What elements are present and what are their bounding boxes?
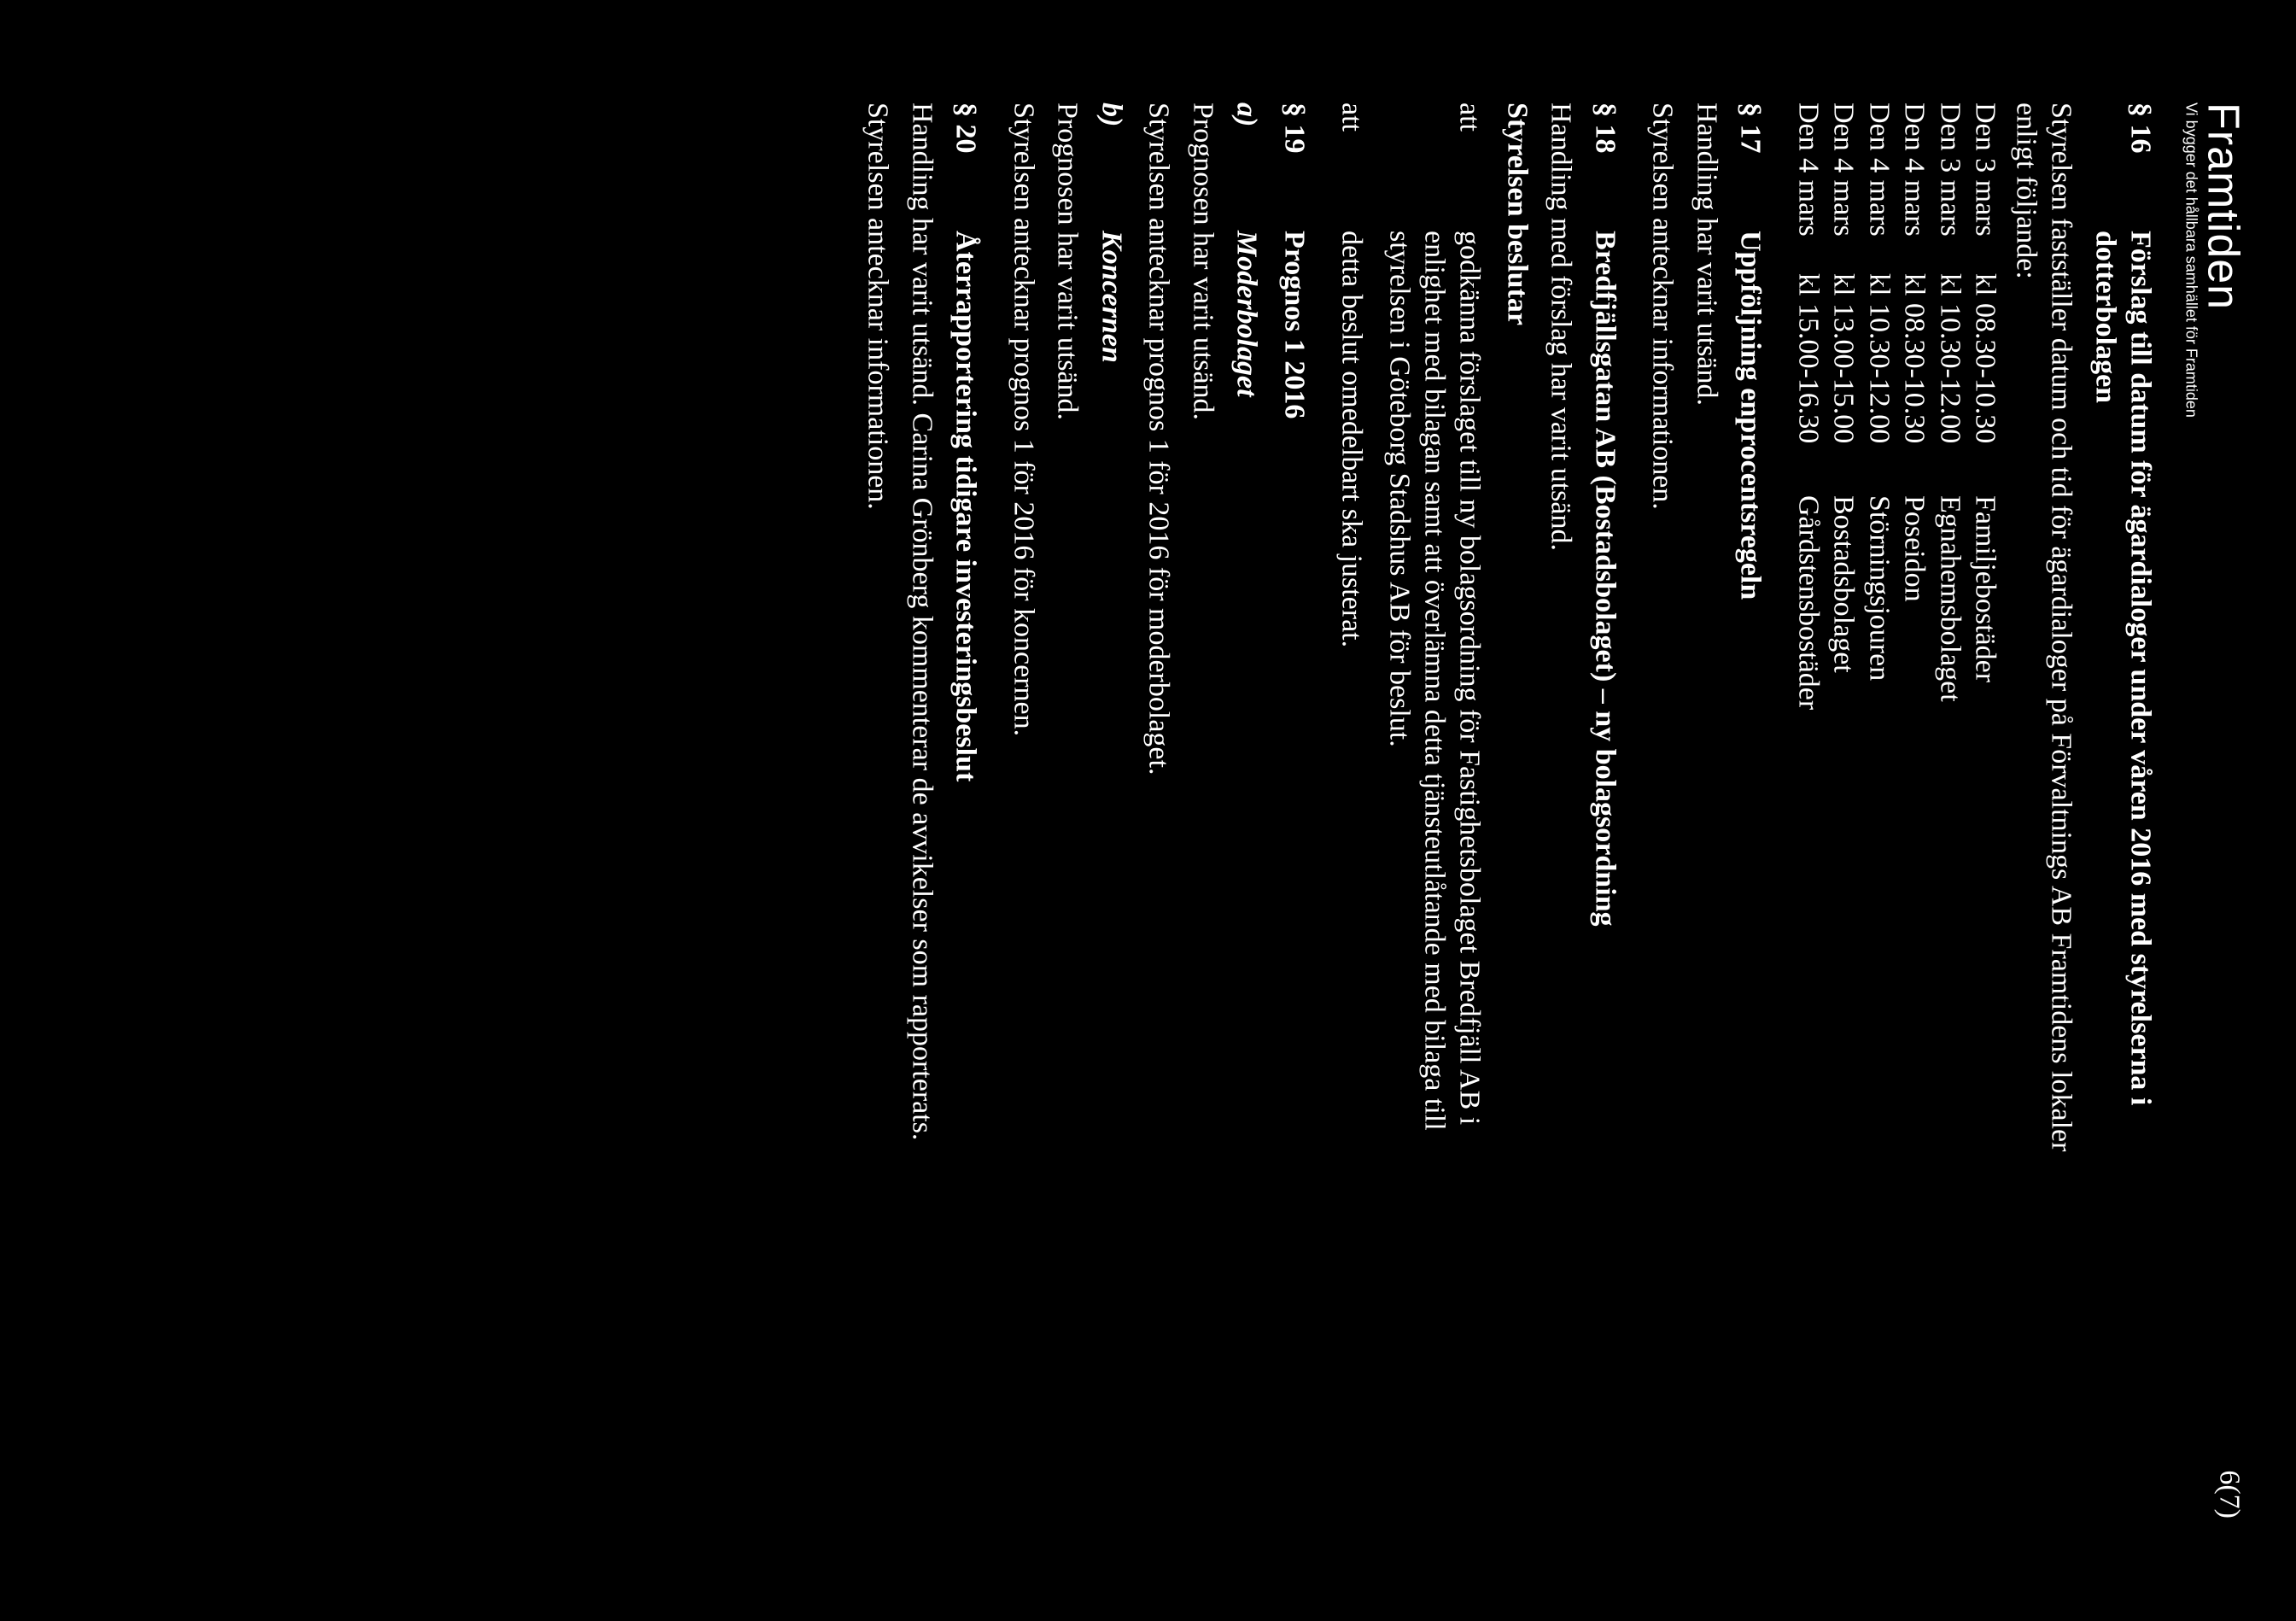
subsection-a-heading: a) Moderbolaget [1229,102,1264,1519]
section-18-heading: § 18 Bredfjällsgatan AB (Bostadsbolaget)… [1586,102,1621,1519]
section-number: § 20 [948,102,983,231]
paragraph: Styrelsen antecknar prognos 1 för 2016 f… [1141,102,1176,1519]
name-cell: Egnahemsbolaget [1931,495,1966,702]
decision-heading: Styrelsen beslutar [1499,102,1534,1519]
page-number: 6(7) [2212,1470,2245,1519]
paragraph: Prognosen har varit utsänd. [1049,102,1084,1519]
table-row: Den 3 mars kl 08.30-10.30 Familjebostäde… [1967,102,2002,1519]
section-number: § 17 [1732,102,1767,231]
date-cell: Den 4 mars [1861,102,1896,273]
section-19-heading: § 19 Prognos 1 2016 [1276,102,1311,1519]
decision-label: att [1381,102,1487,231]
text-line: enlighet med bilagan samt att överlämna … [1417,231,1452,1131]
section-title: Prognos 1 2016 [1276,231,1311,418]
name-cell: Gårdstensbostäder [1790,495,1825,710]
document-page: Framtiden Vi bygger det hållbara samhäll… [0,0,2296,1621]
table-row: Den 4 mars kl 08.30-10.30 Poseidon [1896,102,1931,1519]
paragraph: enligt följande: [2007,102,2042,1519]
section-title: Förslag till datum för ägardialoger unde… [2123,231,2158,1105]
name-cell: Poseidon [1896,495,1931,602]
logo-tagline: Vi bygger det hållbara samhället för Fra… [2183,102,2199,418]
paragraph: Handling med förslag har varit utsänd. [1543,102,1578,1519]
paragraph: Styrelsen antecknar informationen. [860,102,895,1519]
subsection-b-heading: b) Koncernen [1093,102,1128,1519]
date-cell: Den 3 mars [1967,102,2002,273]
time-cell: kl 15.00-16.30 [1790,273,1825,495]
decision-text: detta beslut omedelbart ska justerat. [1334,231,1369,647]
date-cell: Den 4 mars [1896,102,1931,273]
header: Framtiden Vi bygger det hållbara samhäll… [2183,102,2245,1519]
name-cell: Familjebostäder [1967,495,2002,682]
section-17-heading: § 17 Uppföljning enprocentsregeln [1732,102,1767,1519]
section-title: Återrapportering tidigare investeringsbe… [948,231,983,781]
name-cell: Bostadsbolaget [1826,495,1861,673]
time-cell: kl 08.30-10.30 [1967,273,2002,495]
paragraph: Handling har varit utsänd. [1688,102,1723,1519]
paragraph: Styrelsen antecknar informationen. [1645,102,1680,1519]
time-cell: kl 10.30-12.00 [1861,273,1896,495]
paragraph: Styrelsen antecknar prognos 1 för 2016 f… [1005,102,1040,1519]
schedule-table: Den 3 mars kl 08.30-10.30 Familjebostäde… [1790,102,2002,1519]
name-cell: Störningsjouren [1861,495,1896,681]
paragraph: Styrelsen fastställer datum och tid för … [2043,102,2078,1519]
text-line: styrelsen i Göteborg Stadshus AB för bes… [1381,231,1416,1131]
section-title: Bredfjällsgatan AB (Bostadsbolaget) – ny… [1586,231,1621,927]
time-cell: kl 08.30-10.30 [1896,273,1931,495]
table-row: Den 4 mars kl 13.00-15.00 Bostadsbolaget [1826,102,1861,1519]
date-cell: Den 4 mars [1790,102,1825,273]
time-cell: kl 10.30-12.00 [1931,273,1966,495]
logo-text: Framtiden [2200,102,2245,418]
section-number: § 18 [1586,102,1621,231]
logo: Framtiden Vi bygger det hållbara samhäll… [2183,102,2245,418]
section-number: § 19 [1276,102,1311,231]
decision-item: att detta beslut omedelbart ska justerat… [1334,102,1369,1519]
decision-text: godkänna förslaget till ny bolagsordning… [1381,231,1487,1131]
date-cell: Den 3 mars [1931,102,1966,273]
table-row: Den 3 mars kl 10.30-12.00 Egnahemsbolage… [1931,102,1966,1519]
subsection-title: Moderbolaget [1229,231,1264,397]
subsection-title: Koncernen [1093,231,1128,363]
section-16-heading: § 16 Förslag till datum för ägardialoger… [2087,102,2158,1519]
section-title-line2: dotterbolagen [2087,231,2122,1105]
subsection-letter: a) [1229,102,1264,231]
date-cell: Den 4 mars [1826,102,1861,273]
time-cell: kl 13.00-15.00 [1826,273,1861,495]
table-row: Den 4 mars kl 15.00-16.30 Gårdstensbostä… [1790,102,1825,1519]
paragraph: Prognosen har varit utsänd. [1184,102,1219,1519]
paragraph: Handling har varit utsänd. Carina Grönbe… [903,102,938,1519]
decision-label: att [1334,102,1369,231]
decision-item: att godkänna förslaget till ny bolagsord… [1381,102,1487,1519]
subsection-letter: b) [1093,102,1128,231]
section-number: § 16 [2087,102,2158,231]
text-line: godkänna förslaget till ny bolagsordning… [1452,231,1487,1131]
content: § 16 Förslag till datum för ägardialoger… [860,102,2158,1519]
section-20-heading: § 20 Återrapportering tidigare investeri… [948,102,983,1519]
section-title: Uppföljning enprocentsregeln [1732,231,1767,600]
table-row: Den 4 mars kl 10.30-12.00 Störningsjoure… [1861,102,1896,1519]
